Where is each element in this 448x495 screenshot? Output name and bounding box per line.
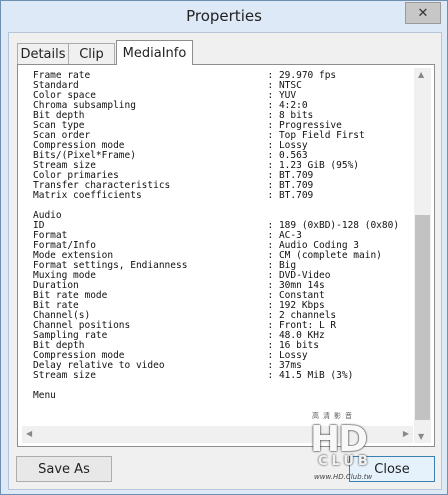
watermark-club-text: CLUB: [318, 454, 372, 469]
window-title: Properties: [186, 7, 262, 25]
mediainfo-panel: Frame rate : 29.970 fps Standard : NTSC Co…: [17, 64, 435, 447]
mediainfo-line: Stream size : 41.5 MiB (3%): [33, 370, 354, 381]
scroll-up-icon[interactable]: ▲: [418, 70, 424, 79]
close-icon: ✕: [417, 5, 429, 21]
vertical-scroll-thumb[interactable]: [415, 215, 430, 420]
tab-clip[interactable]: Clip: [68, 43, 115, 64]
mediainfo-line: Menu: [33, 390, 56, 401]
scroll-down-icon[interactable]: ▼: [418, 432, 424, 441]
watermark-url-text: www.HD.Club.tw: [314, 473, 373, 481]
mediainfo-line: Matrix coefficients : BT.709: [33, 190, 314, 201]
properties-window: Properties ✕ Details Clip MediaInfo Fram…: [0, 0, 448, 495]
mediainfo-text[interactable]: Frame rate : 29.970 fps Standard : NTSC Co…: [22, 68, 409, 425]
tab-mediainfo[interactable]: MediaInfo: [116, 40, 193, 65]
save-as-button[interactable]: Save As: [16, 456, 112, 482]
tab-details[interactable]: Details: [17, 43, 69, 64]
window-close-button[interactable]: ✕: [405, 2, 441, 24]
scroll-left-icon[interactable]: ◀: [26, 429, 32, 438]
hdclub-watermark-logo: 高清影音 HD CLUB www.HD.Club.tw: [304, 411, 408, 491]
title-bar: Properties ✕: [1, 1, 447, 33]
vertical-scrollbar[interactable]: ▲ ▼: [414, 68, 431, 443]
